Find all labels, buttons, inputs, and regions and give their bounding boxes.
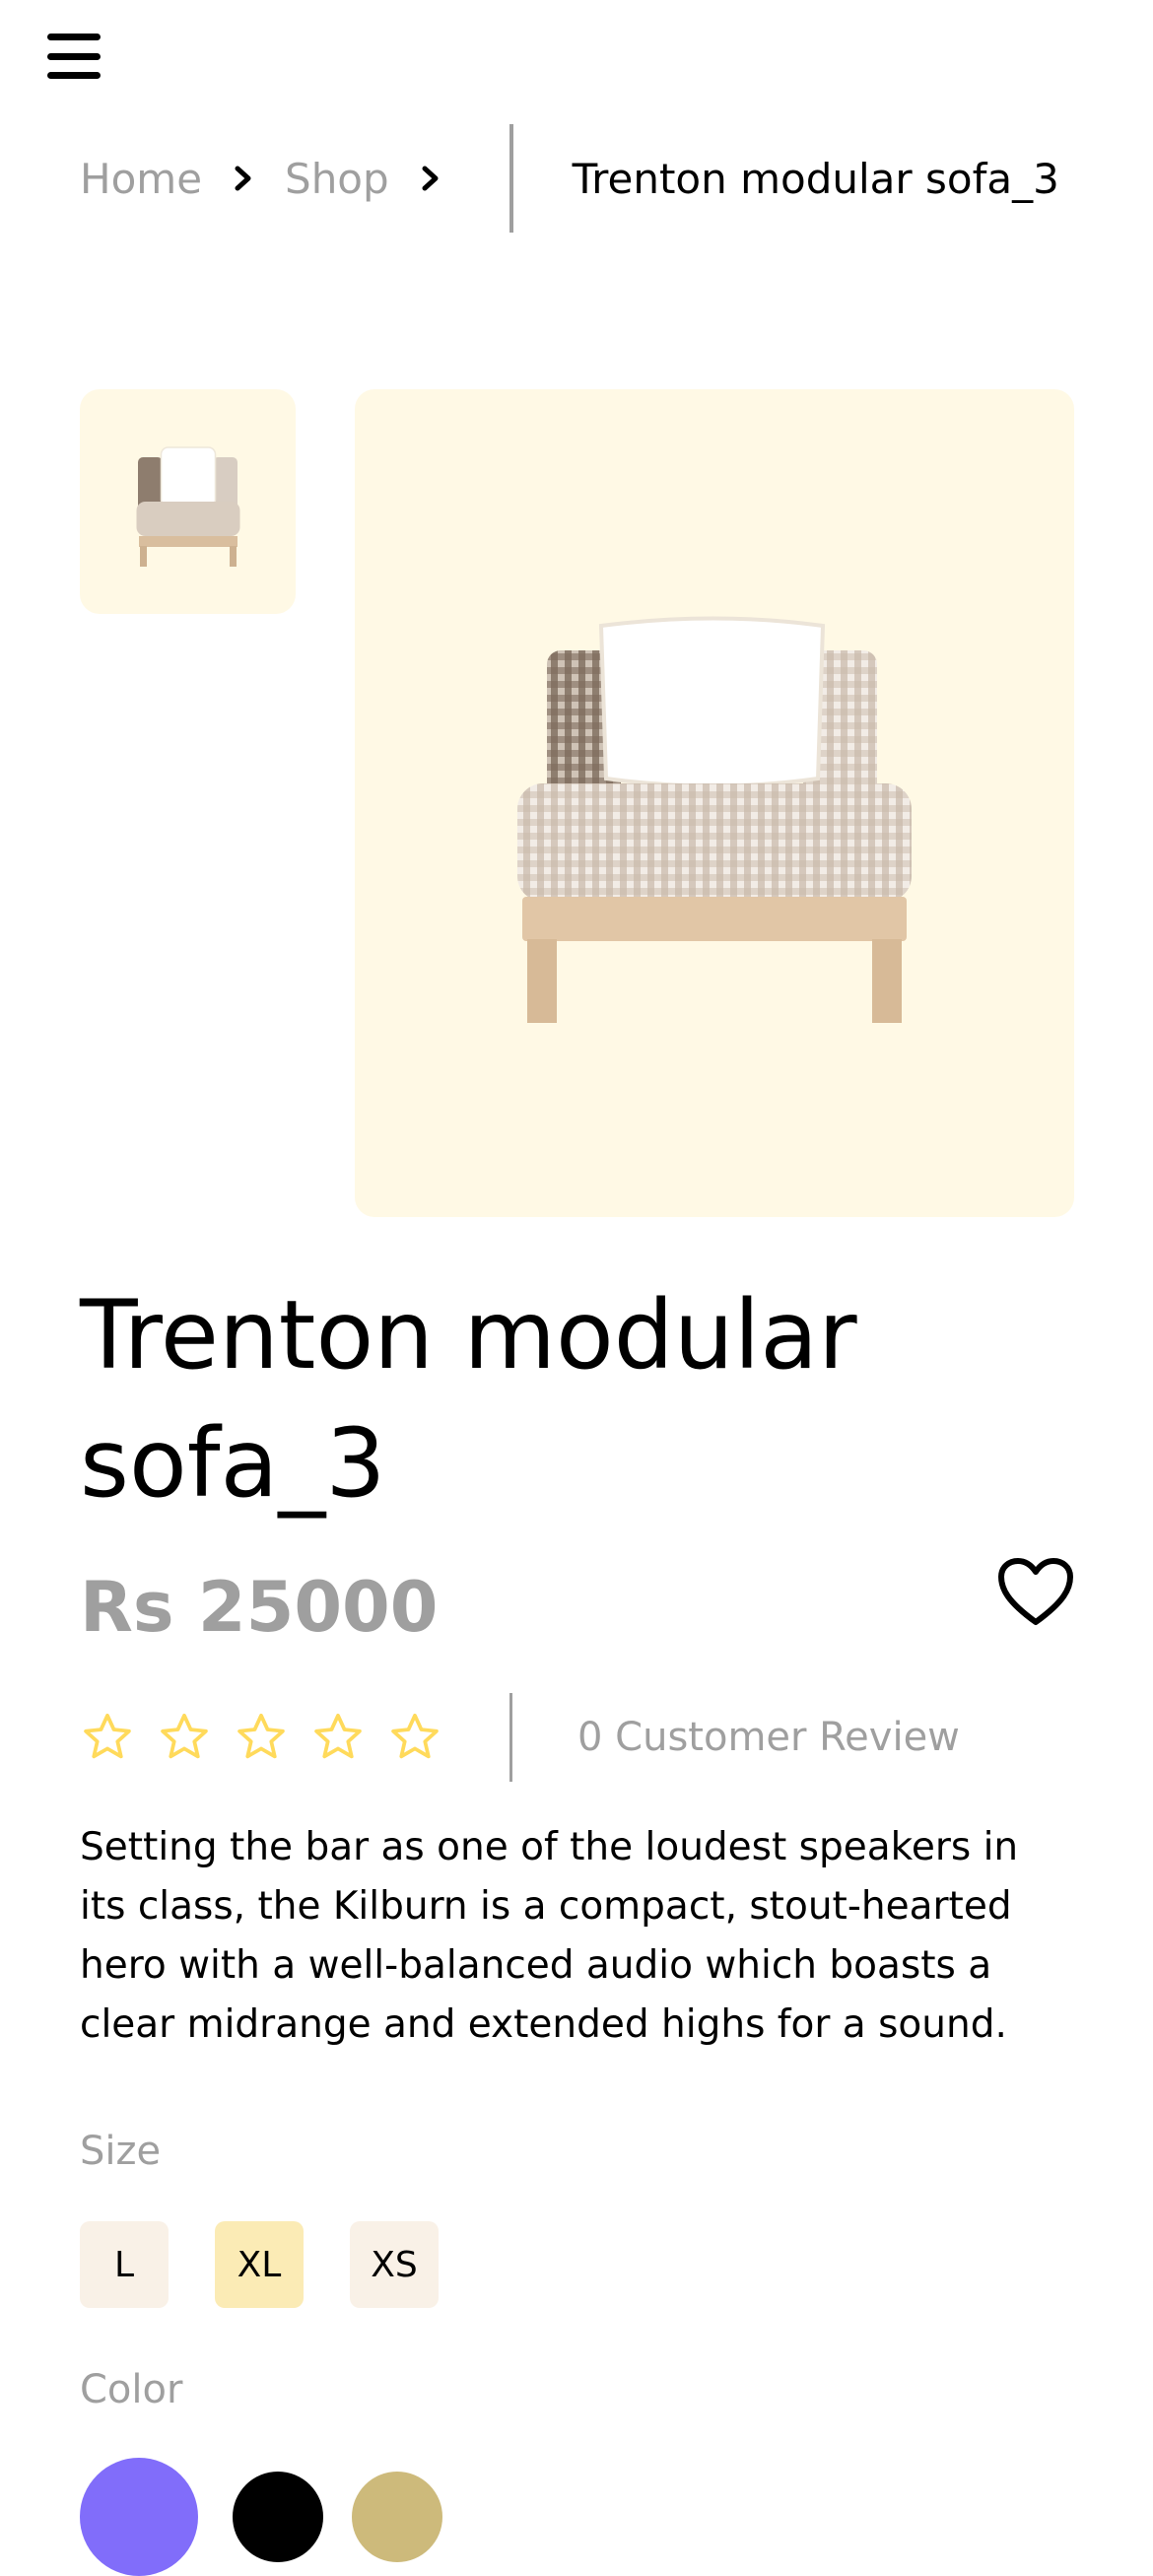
size-options: L XL XS <box>80 2221 439 2308</box>
size-option[interactable]: L <box>80 2221 169 2308</box>
product-title: Trenton modular sofa_3 <box>80 1280 857 1519</box>
sofa-image <box>136 446 239 567</box>
color-label: Color <box>80 2367 183 2412</box>
star-icon <box>84 1713 131 1759</box>
product-price: Rs 25000 <box>80 1567 439 1648</box>
chevron-right-icon <box>232 165 255 192</box>
hamburger-menu-icon[interactable] <box>47 34 101 79</box>
star-icon <box>391 1713 439 1759</box>
product-description: Setting the bar as one of the loudest sp… <box>80 1825 1019 2047</box>
star-icon <box>161 1713 208 1759</box>
star-icon <box>314 1713 362 1759</box>
color-swatch[interactable] <box>233 2472 323 2562</box>
product-main-image <box>355 389 1074 1217</box>
size-option[interactable]: XS <box>350 2221 439 2308</box>
color-swatch[interactable] <box>352 2472 442 2562</box>
heart-icon[interactable] <box>997 1557 1074 1628</box>
menu-line <box>47 34 101 40</box>
rating-stars <box>80 1710 442 1765</box>
rating-row: 0 Customer Review <box>80 1693 960 1782</box>
sofa-image <box>517 616 912 1023</box>
breadcrumb-current: Trenton modular sofa_3 <box>572 154 1059 203</box>
rating-divider <box>509 1693 512 1782</box>
chevron-right-icon <box>419 165 442 192</box>
menu-line <box>47 52 101 60</box>
star-icon <box>237 1713 285 1759</box>
color-swatch[interactable] <box>80 2458 198 2576</box>
breadcrumb-divider <box>509 124 513 233</box>
breadcrumb-home-link[interactable]: Home <box>80 155 202 203</box>
breadcrumb: Home Shop Trenton modular sofa_3 <box>80 124 1075 233</box>
product-thumbnail[interactable] <box>80 389 296 614</box>
breadcrumb-shop-link[interactable]: Shop <box>285 155 389 203</box>
size-label: Size <box>80 2129 162 2174</box>
size-option[interactable]: XL <box>215 2221 304 2308</box>
menu-line <box>47 72 101 79</box>
customer-review-count[interactable]: 0 Customer Review <box>577 1715 960 1760</box>
